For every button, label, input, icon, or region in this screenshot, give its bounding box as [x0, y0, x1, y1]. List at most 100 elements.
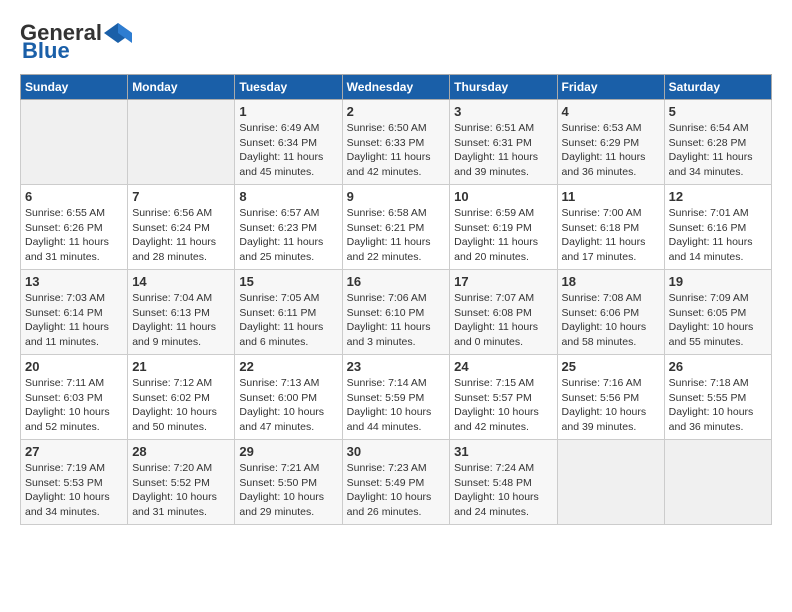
day-number: 27 [25, 444, 123, 459]
calendar-cell: 3 Sunrise: 6:51 AMSunset: 6:31 PMDaylight… [450, 100, 557, 185]
calendar-cell: 28 Sunrise: 7:20 AMSunset: 5:52 PMDayligh… [128, 440, 235, 525]
week-row-4: 20 Sunrise: 7:11 AMSunset: 6:03 PMDayligh… [21, 355, 772, 440]
day-number: 21 [132, 359, 230, 374]
day-number: 17 [454, 274, 552, 289]
day-number: 24 [454, 359, 552, 374]
calendar-cell: 25Sunrise: 7:16 AMSunset: 5:56 PMDayligh… [557, 355, 664, 440]
weekday-header-tuesday: Tuesday [235, 75, 342, 100]
day-number: 1 [239, 104, 337, 119]
calendar-cell: 31 Sunrise: 7:24 AMSunset: 5:48 PMDayligh… [450, 440, 557, 525]
logo-icon [104, 23, 132, 43]
calendar-cell: 16 Sunrise: 7:06 AMSunset: 6:10 PMDayligh… [342, 270, 450, 355]
day-info: Sunrise: 7:14 AMSunset: 5:59 PMDaylight:… [347, 376, 446, 435]
day-info: Sunrise: 6:57 AMSunset: 6:23 PMDaylight:… [239, 206, 337, 265]
day-number: 4 [562, 104, 660, 119]
calendar-cell: 5Sunrise: 6:54 AMSunset: 6:28 PMDaylight… [664, 100, 771, 185]
day-number: 2 [347, 104, 446, 119]
calendar-cell: 10Sunrise: 6:59 AMSunset: 6:19 PMDayligh… [450, 185, 557, 270]
calendar-cell: 29 Sunrise: 7:21 AMSunset: 5:50 PMDayligh… [235, 440, 342, 525]
weekday-header-wednesday: Wednesday [342, 75, 450, 100]
day-info: Sunrise: 6:51 AMSunset: 6:31 PMDaylight:… [454, 121, 552, 180]
page-header: General Blue [20, 20, 772, 64]
day-number: 22 [239, 359, 337, 374]
calendar-cell: 27 Sunrise: 7:19 AMSunset: 5:53 PMDayligh… [21, 440, 128, 525]
calendar-cell: 20 Sunrise: 7:11 AMSunset: 6:03 PMDayligh… [21, 355, 128, 440]
day-number: 19 [669, 274, 767, 289]
day-info: Sunrise: 7:06 AMSunset: 6:10 PMDaylight:… [347, 291, 446, 350]
calendar-cell [21, 100, 128, 185]
day-info: Sunrise: 7:04 AMSunset: 6:13 PMDaylight:… [132, 291, 230, 350]
week-row-1: 1Sunrise: 6:49 AMSunset: 6:34 PMDaylight… [21, 100, 772, 185]
day-number: 28 [132, 444, 230, 459]
day-info: Sunrise: 7:01 AMSunset: 6:16 PMDaylight:… [669, 206, 767, 265]
day-info: Sunrise: 7:20 AMSunset: 5:52 PMDaylight:… [132, 461, 230, 520]
logo: General Blue [20, 20, 132, 64]
calendar-cell: 26 Sunrise: 7:18 AMSunset: 5:55 PMDayligh… [664, 355, 771, 440]
weekday-header-monday: Monday [128, 75, 235, 100]
calendar-cell: 14 Sunrise: 7:04 AMSunset: 6:13 PMDayligh… [128, 270, 235, 355]
day-info: Sunrise: 6:54 AMSunset: 6:28 PMDaylight:… [669, 121, 767, 180]
day-info: Sunrise: 7:12 AMSunset: 6:02 PMDaylight:… [132, 376, 230, 435]
day-info: Sunrise: 6:56 AMSunset: 6:24 PMDaylight:… [132, 206, 230, 265]
day-info: Sunrise: 7:16 AMSunset: 5:56 PMDaylight:… [562, 376, 660, 435]
day-info: Sunrise: 7:15 AMSunset: 5:57 PMDaylight:… [454, 376, 552, 435]
day-number: 29 [239, 444, 337, 459]
day-info: Sunrise: 7:19 AMSunset: 5:53 PMDaylight:… [25, 461, 123, 520]
day-number: 9 [347, 189, 446, 204]
day-number: 18 [562, 274, 660, 289]
calendar-table: SundayMondayTuesdayWednesdayThursdayFrid… [20, 74, 772, 525]
day-number: 20 [25, 359, 123, 374]
day-info: Sunrise: 7:08 AMSunset: 6:06 PMDaylight:… [562, 291, 660, 350]
day-number: 12 [669, 189, 767, 204]
calendar-cell: 19 Sunrise: 7:09 AMSunset: 6:05 PMDayligh… [664, 270, 771, 355]
day-info: Sunrise: 6:50 AMSunset: 6:33 PMDaylight:… [347, 121, 446, 180]
day-number: 8 [239, 189, 337, 204]
calendar-cell: 6 Sunrise: 6:55 AMSunset: 6:26 PMDaylight… [21, 185, 128, 270]
calendar-cell: 2 Sunrise: 6:50 AMSunset: 6:33 PMDaylight… [342, 100, 450, 185]
day-number: 26 [669, 359, 767, 374]
calendar-cell: 23 Sunrise: 7:14 AMSunset: 5:59 PMDayligh… [342, 355, 450, 440]
calendar-cell: 30Sunrise: 7:23 AMSunset: 5:49 PMDayligh… [342, 440, 450, 525]
day-info: Sunrise: 7:09 AMSunset: 6:05 PMDaylight:… [669, 291, 767, 350]
day-number: 31 [454, 444, 552, 459]
day-info: Sunrise: 7:00 AMSunset: 6:18 PMDaylight:… [562, 206, 660, 265]
calendar-cell: 13 Sunrise: 7:03 AMSunset: 6:14 PMDayligh… [21, 270, 128, 355]
calendar-cell [128, 100, 235, 185]
day-info: Sunrise: 6:53 AMSunset: 6:29 PMDaylight:… [562, 121, 660, 180]
calendar-cell [557, 440, 664, 525]
week-row-5: 27 Sunrise: 7:19 AMSunset: 5:53 PMDayligh… [21, 440, 772, 525]
day-info: Sunrise: 7:07 AMSunset: 6:08 PMDaylight:… [454, 291, 552, 350]
calendar-cell: 7Sunrise: 6:56 AMSunset: 6:24 PMDaylight… [128, 185, 235, 270]
day-info: Sunrise: 7:03 AMSunset: 6:14 PMDaylight:… [25, 291, 123, 350]
day-info: Sunrise: 6:55 AMSunset: 6:26 PMDaylight:… [25, 206, 123, 265]
day-number: 11 [562, 189, 660, 204]
calendar-cell: 24 Sunrise: 7:15 AMSunset: 5:57 PMDayligh… [450, 355, 557, 440]
weekday-header-friday: Friday [557, 75, 664, 100]
day-info: Sunrise: 7:24 AMSunset: 5:48 PMDaylight:… [454, 461, 552, 520]
day-info: Sunrise: 7:13 AMSunset: 6:00 PMDaylight:… [239, 376, 337, 435]
calendar-cell: 12 Sunrise: 7:01 AMSunset: 6:16 PMDayligh… [664, 185, 771, 270]
calendar-cell: 9 Sunrise: 6:58 AMSunset: 6:21 PMDaylight… [342, 185, 450, 270]
day-number: 23 [347, 359, 446, 374]
weekday-header-sunday: Sunday [21, 75, 128, 100]
day-info: Sunrise: 6:58 AMSunset: 6:21 PMDaylight:… [347, 206, 446, 265]
day-info: Sunrise: 7:18 AMSunset: 5:55 PMDaylight:… [669, 376, 767, 435]
day-number: 14 [132, 274, 230, 289]
day-number: 6 [25, 189, 123, 204]
calendar-cell: 17 Sunrise: 7:07 AMSunset: 6:08 PMDayligh… [450, 270, 557, 355]
day-number: 13 [25, 274, 123, 289]
calendar-cell: 4 Sunrise: 6:53 AMSunset: 6:29 PMDaylight… [557, 100, 664, 185]
logo-blue: Blue [22, 38, 70, 64]
header-row: SundayMondayTuesdayWednesdayThursdayFrid… [21, 75, 772, 100]
week-row-2: 6 Sunrise: 6:55 AMSunset: 6:26 PMDaylight… [21, 185, 772, 270]
day-number: 3 [454, 104, 552, 119]
day-info: Sunrise: 7:11 AMSunset: 6:03 PMDaylight:… [25, 376, 123, 435]
calendar-cell: 22 Sunrise: 7:13 AMSunset: 6:00 PMDayligh… [235, 355, 342, 440]
day-number: 30 [347, 444, 446, 459]
day-info: Sunrise: 7:21 AMSunset: 5:50 PMDaylight:… [239, 461, 337, 520]
week-row-3: 13 Sunrise: 7:03 AMSunset: 6:14 PMDayligh… [21, 270, 772, 355]
day-number: 16 [347, 274, 446, 289]
day-info: Sunrise: 6:59 AMSunset: 6:19 PMDaylight:… [454, 206, 552, 265]
calendar-cell: 8 Sunrise: 6:57 AMSunset: 6:23 PMDaylight… [235, 185, 342, 270]
calendar-cell: 15Sunrise: 7:05 AMSunset: 6:11 PMDayligh… [235, 270, 342, 355]
